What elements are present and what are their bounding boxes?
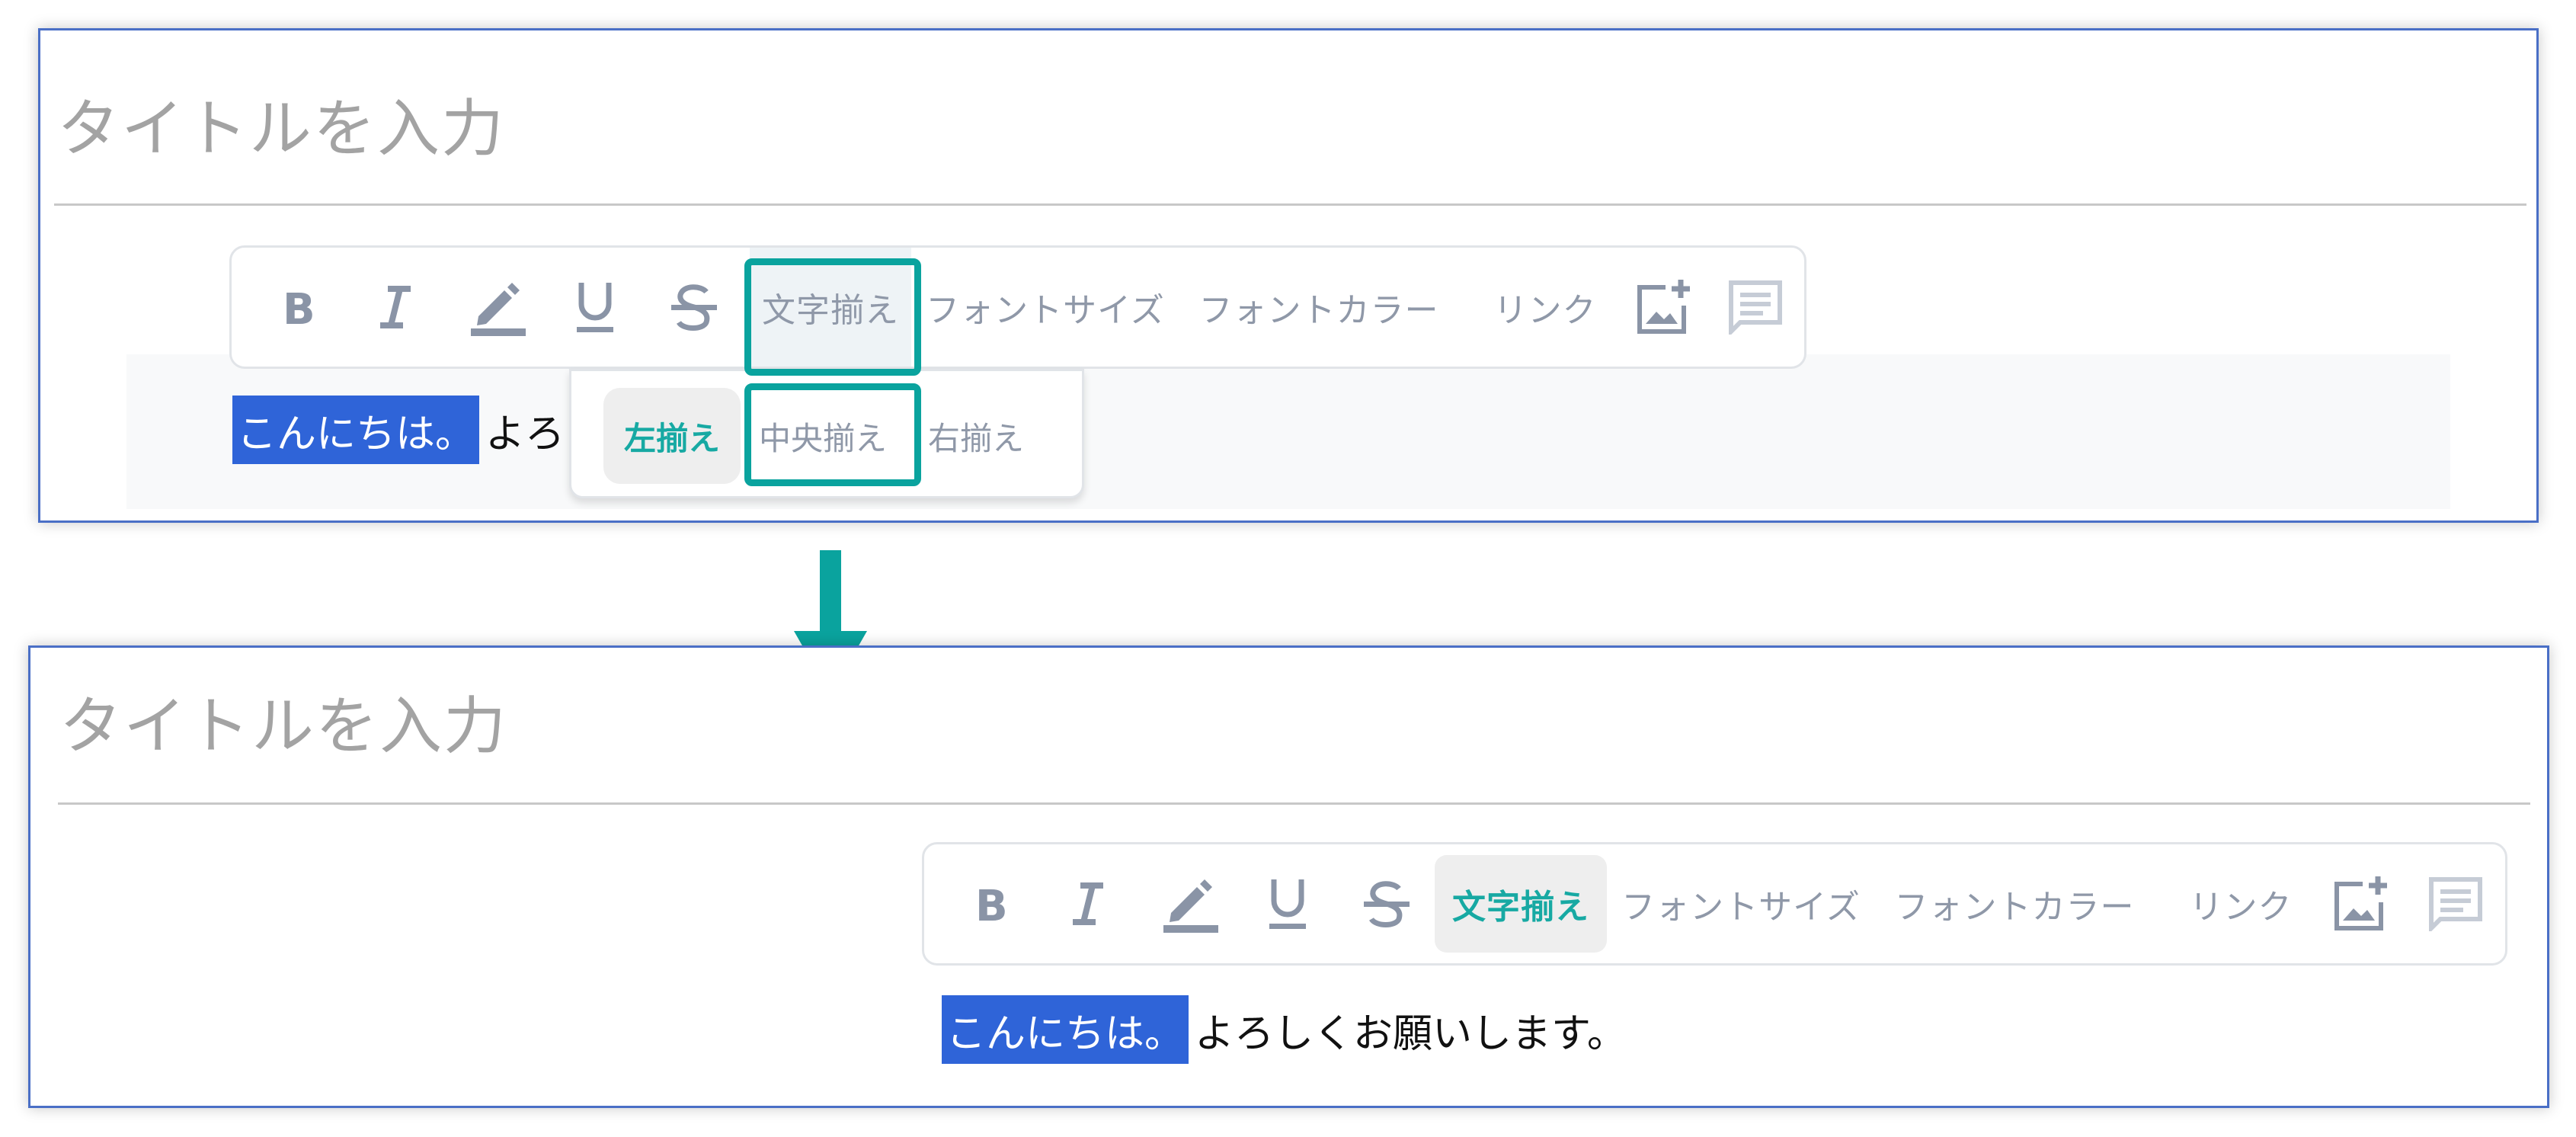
- link-button[interactable]: リンク: [2165, 844, 2317, 963]
- bold-icon: B: [975, 882, 1006, 925]
- highlighter-pen-icon: [1163, 879, 1218, 933]
- editor-content-line[interactable]: こんにちは。 よろしくお願いします。: [942, 994, 1627, 1065]
- underline-icon: [1269, 879, 1306, 929]
- title-divider: [58, 802, 2530, 805]
- selected-text[interactable]: こんにちは。: [942, 995, 1189, 1064]
- strikethrough-button[interactable]: [660, 248, 728, 367]
- font-size-label: フォントサイズ: [1621, 888, 1861, 927]
- bold-button[interactable]: B: [955, 844, 1023, 963]
- add-image-button[interactable]: [1626, 248, 1702, 367]
- font-color-label: フォントカラー: [1894, 888, 2135, 927]
- editor-panel-before: タイトルを入力 こんにちは。 よろ B 文字揃え フォントサイズ フォントカラー: [38, 28, 2539, 523]
- comment-button[interactable]: [2418, 844, 2494, 963]
- body-text[interactable]: よろ: [479, 402, 565, 459]
- italic-button[interactable]: [361, 248, 430, 367]
- strikethrough-button[interactable]: [1352, 844, 1421, 963]
- font-color-label: フォントカラー: [1198, 291, 1439, 330]
- callout-center-option: [744, 383, 921, 486]
- align-left-option[interactable]: 左揃え: [603, 388, 741, 484]
- underline-button[interactable]: [1253, 844, 1322, 963]
- highlight-button[interactable]: [1153, 844, 1229, 963]
- editor-panel-after: タイトルを入力 B 文字揃え フォントサイズ フォントカラー リンク こんにちは…: [28, 645, 2549, 1108]
- svg-text:B: B: [283, 286, 313, 328]
- bold-button[interactable]: B: [262, 248, 331, 367]
- font-color-button[interactable]: フォントカラー: [1889, 844, 2140, 963]
- add-image-button[interactable]: [2323, 844, 2399, 963]
- text-align-button[interactable]: 文字揃え: [1435, 855, 1607, 953]
- selected-text[interactable]: こんにちは。: [232, 396, 480, 464]
- italic-button[interactable]: [1054, 844, 1122, 963]
- svg-text:B: B: [975, 882, 1006, 925]
- add-image-icon: [2334, 876, 2387, 930]
- link-label: リンク: [2189, 888, 2293, 927]
- format-toolbar: B 文字揃え フォントサイズ フォントカラー リンク: [922, 842, 2507, 966]
- italic-icon: [380, 286, 411, 328]
- title-input[interactable]: タイトルを入力: [59, 675, 507, 766]
- format-toolbar: B 文字揃え フォントサイズ フォントカラー リンク: [229, 245, 1806, 369]
- font-size-label: フォントサイズ: [926, 291, 1165, 330]
- title-divider: [54, 203, 2526, 206]
- strikethrough-icon: [671, 284, 717, 331]
- bold-icon: B: [283, 286, 313, 328]
- highlight-button[interactable]: [460, 248, 536, 367]
- underline-button[interactable]: [561, 248, 629, 367]
- italic-icon: [1073, 882, 1103, 925]
- comment-icon: [1729, 280, 1782, 335]
- title-input[interactable]: タイトルを入力: [57, 78, 505, 168]
- body-text[interactable]: よろしくお願いします。: [1189, 1001, 1627, 1059]
- callout-align-button: [744, 258, 921, 376]
- add-image-icon: [1637, 280, 1690, 334]
- link-button[interactable]: リンク: [1469, 248, 1621, 367]
- editor-content-line[interactable]: こんにちは。 よろ: [232, 395, 565, 465]
- comment-button[interactable]: [1717, 248, 1794, 367]
- underline-icon: [577, 283, 613, 332]
- text-align-label: 文字揃え: [1452, 888, 1589, 927]
- font-color-button[interactable]: フォントカラー: [1193, 248, 1445, 367]
- align-left-label: 左揃え: [623, 419, 720, 457]
- comment-icon: [2429, 877, 2482, 931]
- align-right-option[interactable]: 右揃え: [904, 388, 1048, 484]
- strikethrough-icon: [1364, 881, 1410, 927]
- link-label: リンク: [1493, 291, 1597, 330]
- font-size-button[interactable]: フォントサイズ: [923, 248, 1167, 367]
- font-size-button[interactable]: フォントサイズ: [1619, 844, 1863, 963]
- align-right-label: 右揃え: [927, 419, 1024, 457]
- highlighter-pen-icon: [471, 283, 526, 336]
